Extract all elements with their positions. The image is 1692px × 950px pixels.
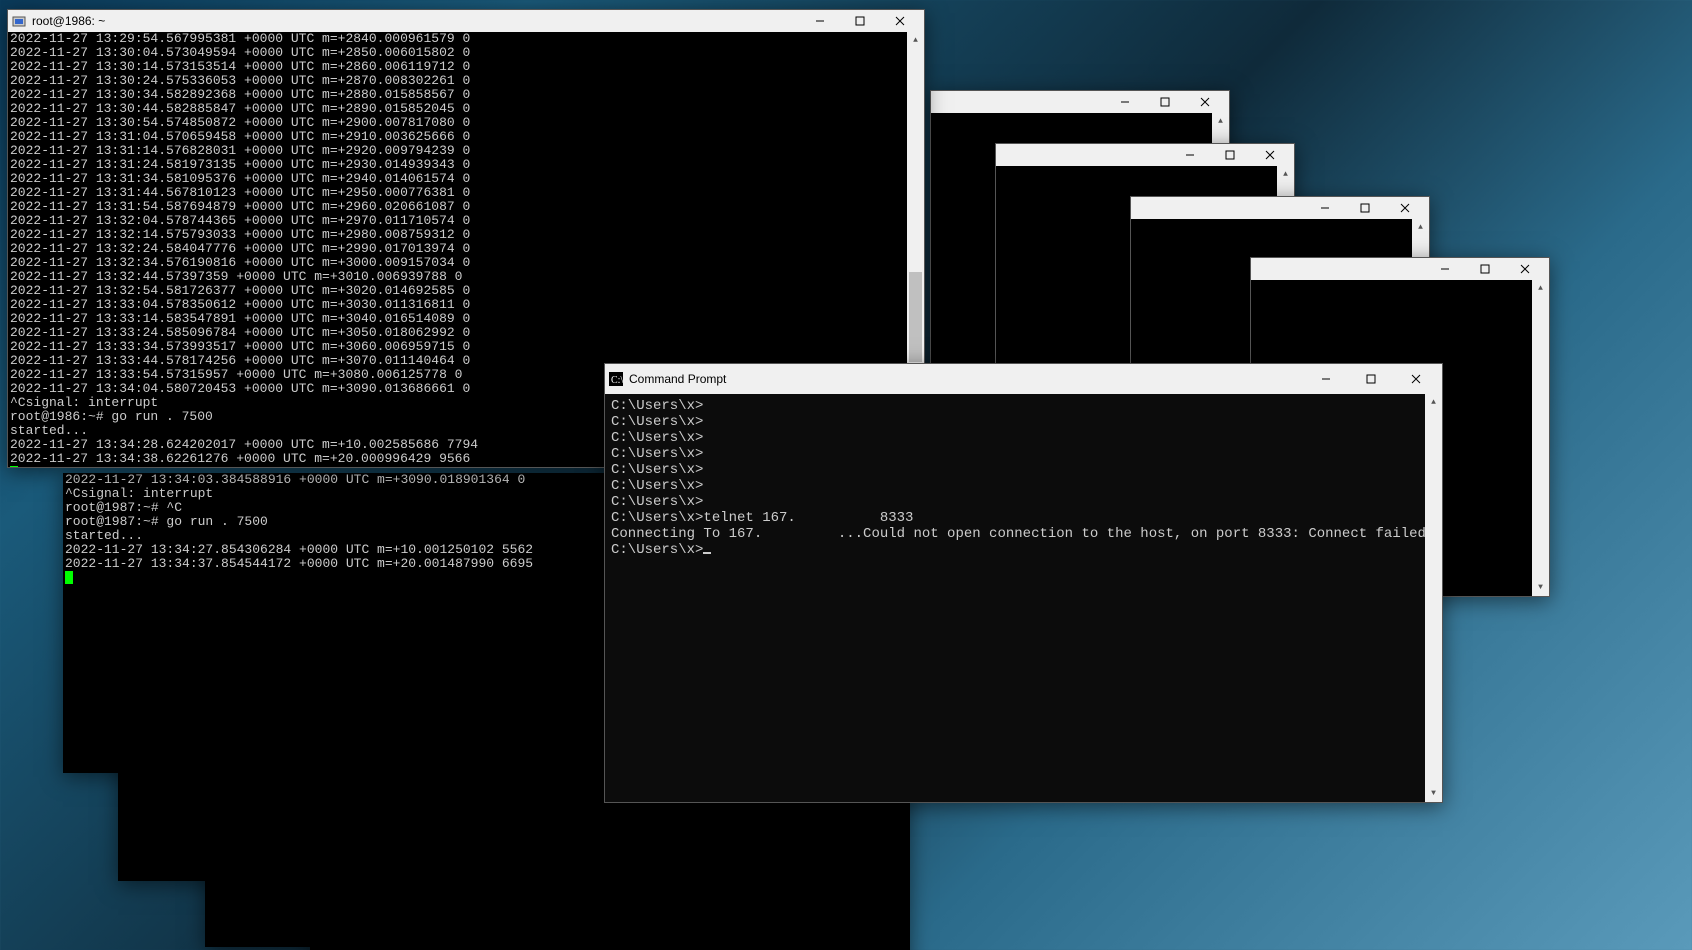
terminal-line: C:\Users\x> xyxy=(611,494,1419,510)
maximize-button[interactable] xyxy=(1345,197,1385,219)
terminal-line: 2022-11-27 13:32:24.584047776 +0000 UTC … xyxy=(10,242,905,256)
scroll-down-icon[interactable]: ▼ xyxy=(1425,785,1442,802)
scroll-thumb[interactable] xyxy=(909,272,922,362)
maximize-button[interactable] xyxy=(840,10,880,32)
terminal-line: C:\Users\x> xyxy=(611,430,1419,446)
terminal-line: 2022-11-27 13:31:04.570659458 +0000 UTC … xyxy=(10,130,905,144)
close-button[interactable] xyxy=(880,10,920,32)
scroll-up-icon[interactable]: ▲ xyxy=(907,32,924,49)
terminal-line: 2022-11-27 13:33:04.578350612 +0000 UTC … xyxy=(10,298,905,312)
minimize-button[interactable] xyxy=(1303,364,1348,394)
terminal-line: 2022-11-27 13:33:14.583547891 +0000 UTC … xyxy=(10,312,905,326)
svg-text:C:\: C:\ xyxy=(611,375,623,386)
terminal-line: C:\Users\x> xyxy=(611,414,1419,430)
terminal-line: 2022-11-27 13:31:14.576828031 +0000 UTC … xyxy=(10,144,905,158)
scroll-up-icon[interactable]: ▲ xyxy=(1212,113,1229,130)
terminal-line: 2022-11-27 13:32:04.578744365 +0000 UTC … xyxy=(10,214,905,228)
terminal-line: 2022-11-27 13:31:24.581973135 +0000 UTC … xyxy=(10,158,905,172)
terminal-line: 2022-11-27 13:30:54.574850872 +0000 UTC … xyxy=(10,116,905,130)
close-button[interactable] xyxy=(1385,197,1425,219)
minimize-button[interactable] xyxy=(1425,258,1465,280)
close-button[interactable] xyxy=(1505,258,1545,280)
command-prompt-window[interactable]: C:\ Command Prompt C:\Users\x>C:\Users\x… xyxy=(604,363,1443,803)
terminal-line: 2022-11-27 13:30:04.573049594 +0000 UTC … xyxy=(10,46,905,60)
terminal-line: 2022-11-27 13:32:54.581726377 +0000 UTC … xyxy=(10,284,905,298)
terminal-line: 2022-11-27 13:30:24.575336053 +0000 UTC … xyxy=(10,74,905,88)
maximize-button[interactable] xyxy=(1348,364,1393,394)
minimize-button[interactable] xyxy=(800,10,840,32)
window-title: root@1986: ~ xyxy=(32,14,800,28)
minimize-button[interactable] xyxy=(1170,144,1210,166)
putty-titlebar[interactable]: root@1986: ~ xyxy=(8,10,924,32)
bg-window-1-titlebar[interactable] xyxy=(931,91,1229,113)
terminal-line: 2022-11-27 13:29:54.567995381 +0000 UTC … xyxy=(10,32,905,46)
scrollbar[interactable]: ▲▼ xyxy=(1532,280,1549,596)
terminal-line: C:\Users\x> xyxy=(611,478,1419,494)
terminal-line: 2022-11-27 13:31:44.567810123 +0000 UTC … xyxy=(10,186,905,200)
terminal-line: Connecting To 167. ...Could not open con… xyxy=(611,526,1419,542)
scroll-up-icon[interactable]: ▲ xyxy=(1425,394,1442,411)
terminal-line: C:\Users\x>telnet 167. 8333 xyxy=(611,510,1419,526)
maximize-button[interactable] xyxy=(1210,144,1250,166)
minimize-button[interactable] xyxy=(1305,197,1345,219)
scroll-up-icon[interactable]: ▲ xyxy=(1277,166,1294,183)
terminal-line: 2022-11-27 13:30:14.573153514 +0000 UTC … xyxy=(10,60,905,74)
maximize-button[interactable] xyxy=(1145,91,1185,113)
close-button[interactable] xyxy=(1185,91,1225,113)
terminal-line: C:\Users\x> xyxy=(611,398,1419,414)
terminal-line: 2022-11-27 13:33:34.573993517 +0000 UTC … xyxy=(10,340,905,354)
terminal-line: 2022-11-27 13:32:14.575793033 +0000 UTC … xyxy=(10,228,905,242)
terminal-line: 2022-11-27 13:31:34.581095376 +0000 UTC … xyxy=(10,172,905,186)
cursor-block xyxy=(65,571,73,584)
bg-window-3-titlebar[interactable] xyxy=(1131,197,1429,219)
cursor-block xyxy=(10,466,18,467)
cmd-icon: C:\ xyxy=(609,372,623,386)
scrollbar[interactable]: ▲ ▼ xyxy=(1425,394,1442,802)
terminal-line: C:\Users\x> xyxy=(611,446,1419,462)
scroll-down-icon[interactable]: ▼ xyxy=(1532,579,1549,596)
terminal-line: 2022-11-27 13:33:24.585096784 +0000 UTC … xyxy=(10,326,905,340)
putty-icon xyxy=(12,14,26,28)
terminal-line: C:\Users\x> xyxy=(611,542,1419,558)
scroll-up-icon[interactable]: ▲ xyxy=(1532,280,1549,297)
close-button[interactable] xyxy=(1393,364,1438,394)
terminal-line: C:\Users\x> xyxy=(611,462,1419,478)
terminal-line: 2022-11-27 13:32:44.57397359 +0000 UTC m… xyxy=(10,270,905,284)
terminal-line: 2022-11-27 13:30:44.582885847 +0000 UTC … xyxy=(10,102,905,116)
window-title: Command Prompt xyxy=(629,372,1303,386)
minimize-button[interactable] xyxy=(1105,91,1145,113)
cmd-titlebar[interactable]: C:\ Command Prompt xyxy=(605,364,1442,394)
close-button[interactable] xyxy=(1250,144,1290,166)
terminal-line: 2022-11-27 13:31:54.587694879 +0000 UTC … xyxy=(10,200,905,214)
bg-window-2-titlebar[interactable] xyxy=(996,144,1294,166)
maximize-button[interactable] xyxy=(1465,258,1505,280)
bg-window-4-titlebar[interactable] xyxy=(1251,258,1549,280)
terminal-output[interactable]: C:\Users\x>C:\Users\x>C:\Users\x>C:\User… xyxy=(605,394,1425,802)
terminal-line: 2022-11-27 13:32:34.576190816 +0000 UTC … xyxy=(10,256,905,270)
scroll-up-icon[interactable]: ▲ xyxy=(1412,219,1429,236)
terminal-line: 2022-11-27 13:30:34.582892368 +0000 UTC … xyxy=(10,88,905,102)
